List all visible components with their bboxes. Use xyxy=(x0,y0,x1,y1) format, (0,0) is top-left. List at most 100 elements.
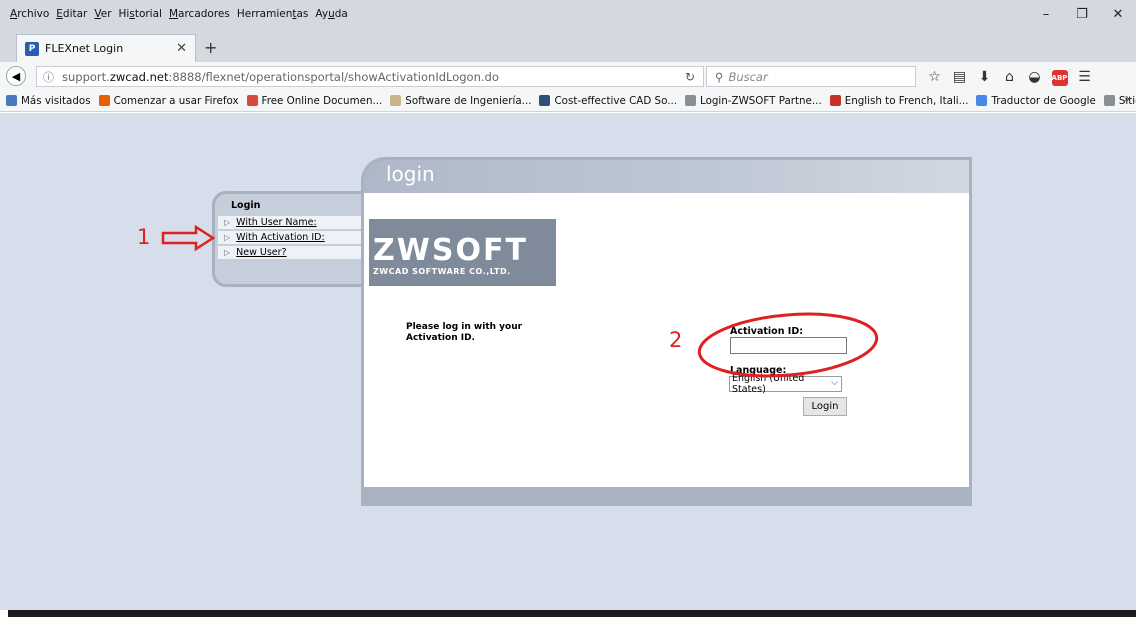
menu-item-text: torial xyxy=(134,8,162,20)
close-window-button[interactable]: ✕ xyxy=(1100,7,1136,22)
menu-item-text: Hi xyxy=(118,8,130,20)
back-button[interactable]: ◀ xyxy=(6,66,26,86)
bookmark-favicon-icon xyxy=(539,95,551,106)
bookmark-item[interactable]: Sitios sugeridos xyxy=(1103,95,1136,107)
menu-item[interactable]: Ver xyxy=(94,8,111,20)
chevron-right-icon: ▷ xyxy=(224,233,231,242)
bookmark-label: Free Online Documen... xyxy=(261,94,383,107)
menu-item-text: er xyxy=(100,8,112,20)
chevron-right-icon: ▷ xyxy=(224,248,231,257)
url-bar[interactable]: ⓘ support. zwcad.net:8888/flexnet/operati… xyxy=(36,66,704,87)
annotation-number-2: 2 xyxy=(669,328,683,352)
menu-item-accesskey: E xyxy=(56,8,63,20)
menu-item[interactable]: Historial xyxy=(119,8,162,20)
menu-item-text: as xyxy=(296,8,309,20)
menu-item-text: Ay xyxy=(315,8,329,20)
bookmark-label: Más visitados xyxy=(21,94,91,107)
menu-item-text: rchivo xyxy=(17,8,50,20)
more-bookmarks-icon[interactable]: » xyxy=(1124,94,1130,105)
url-prefix: support. xyxy=(62,69,110,84)
bookmark-item[interactable]: Software de Ingeniería... xyxy=(390,95,531,107)
logo-subtitle: ZWCAD SOFTWARE CO.,LTD. xyxy=(373,267,511,276)
menu-item[interactable]: Marcadores xyxy=(169,8,230,20)
bookmark-item[interactable]: Cost-effective CAD So... xyxy=(539,95,677,107)
bookmark-favicon-icon xyxy=(390,95,402,106)
bookmark-item[interactable]: Comenzar a usar Firefox xyxy=(98,94,239,107)
bookmark-label: Traductor de Google xyxy=(991,94,1096,107)
reading-list-icon[interactable]: ▤ xyxy=(947,69,972,85)
pocket-icon[interactable]: ◒ xyxy=(1022,69,1047,85)
activation-id-input[interactable] xyxy=(730,337,847,354)
menu-item[interactable]: Ayuda xyxy=(315,8,347,20)
menu-item[interactable]: Archivo xyxy=(10,8,49,20)
info-icon[interactable]: ⓘ xyxy=(43,69,54,85)
menu-item-label: With Activation ID: xyxy=(236,232,325,243)
reload-icon[interactable]: ↻ xyxy=(685,70,695,84)
bookmark-label: Comenzar a usar Firefox xyxy=(113,94,239,107)
menu-hamburger-icon[interactable]: ☰ xyxy=(1072,69,1097,85)
menu-item-text: Herramien xyxy=(236,8,293,20)
menu-item-with-activation-id[interactable]: ▷ With Activation ID: xyxy=(218,231,370,245)
bookmark-favicon-icon xyxy=(829,95,841,106)
search-input[interactable]: ⚲ Buscar xyxy=(706,66,916,87)
tab-flexnet-login[interactable]: P FLEXnet Login ✕ xyxy=(16,34,196,62)
nav-bar: ◀ ⓘ support. zwcad.net:8888/flexnet/opera… xyxy=(0,62,1136,90)
bookmark-item[interactable]: Más visitados xyxy=(6,95,91,107)
bookmark-label: English to French, Itali... xyxy=(844,94,969,107)
minimize-button[interactable]: – xyxy=(1028,7,1064,22)
menu-item[interactable]: Editar xyxy=(56,8,87,20)
download-icon[interactable]: ⬇ xyxy=(972,69,997,85)
bookmark-item[interactable]: Traductor de Google xyxy=(976,94,1096,107)
bookmark-star-icon[interactable]: ☆ xyxy=(922,69,947,85)
bookmark-label: Login-ZWSOFT Partne... xyxy=(700,94,822,107)
bookmark-item[interactable]: English to French, Itali... xyxy=(829,94,969,107)
back-arrow-icon: ◀ xyxy=(11,69,21,83)
bookmark-list: Más visitados Comenzar a usar Firefox Free… xyxy=(6,95,1136,107)
bookmark-favicon-icon xyxy=(1103,95,1115,106)
menu-item-accesskey: M xyxy=(168,8,179,20)
bookmark-favicon-icon xyxy=(976,95,988,106)
bookmark-favicon-icon xyxy=(6,95,17,106)
menu-item[interactable]: Herramientas xyxy=(237,8,309,20)
adblock-icon[interactable]: ABP xyxy=(1047,68,1072,86)
url-path: :8888/flexnet/operationsportal/showActiv… xyxy=(168,69,499,84)
bookmark-item[interactable]: Login-ZWSOFT Partne... xyxy=(685,95,822,107)
language-selected-value: English (United States) xyxy=(732,373,805,395)
home-icon[interactable]: ⌂ xyxy=(997,69,1022,85)
language-select[interactable]: English (United States) ⌵ xyxy=(729,373,842,395)
menu-item-text: ditar xyxy=(62,8,88,20)
tab-strip: P FLEXnet Login ✕ + xyxy=(0,28,1136,62)
url-domain: zwcad.net xyxy=(109,69,169,84)
zwsoft-logo: ZWSOFT ZWCAD SOFTWARE CO.,LTD. xyxy=(369,219,556,286)
bookmark-favicon-icon xyxy=(685,95,697,106)
annotation-number-1: 1 xyxy=(137,225,151,249)
chevron-right-icon: ▷ xyxy=(224,218,231,227)
chevron-down-icon: ⌵ xyxy=(831,378,838,388)
search-placeholder: Buscar xyxy=(728,69,768,84)
menu-item-with-user-name[interactable]: ▷ With User Name: xyxy=(218,216,370,230)
bookmark-label: Software de Ingeniería... xyxy=(405,94,532,107)
toolbar-icons: ☆ ▤ ⬇ ⌂ ◒ ABP ☰ xyxy=(922,66,1097,87)
menu-item-text: da xyxy=(334,8,348,20)
restore-button[interactable]: ❐ xyxy=(1064,7,1100,22)
menu-bar: Archivo Editar Ver Historial Marcadores Herra… xyxy=(0,0,1136,28)
menu-item-label: New User? xyxy=(236,247,287,258)
tab-title: FLEXnet Login xyxy=(45,42,124,55)
login-instruction: Please log in with your Activation ID. xyxy=(406,322,523,343)
new-tab-icon[interactable]: + xyxy=(204,38,217,57)
bookmark-favicon-icon xyxy=(246,95,258,106)
close-tab-icon[interactable]: ✕ xyxy=(176,41,187,56)
menu-item-label: With User Name: xyxy=(236,217,317,228)
login-button[interactable]: Login xyxy=(803,397,847,416)
menu-item-new-user[interactable]: ▷ New User? xyxy=(218,246,370,260)
menu-item-text: arcadores xyxy=(178,8,230,20)
activation-id-label: Activation ID: xyxy=(730,326,803,337)
bookmark-item[interactable]: Free Online Documen... xyxy=(246,94,383,107)
login-menu-panel: Login ▷ With User Name: ▷ With Activatio… xyxy=(212,191,372,287)
page-favicon-icon: P xyxy=(25,41,39,56)
login-card-header: login xyxy=(361,157,972,193)
bookmark-label: Cost-effective CAD So... xyxy=(554,94,678,107)
login-card-title: login xyxy=(386,162,435,186)
menu-item-accesskey: u xyxy=(328,8,335,20)
bookmark-favicon-icon xyxy=(98,95,110,106)
